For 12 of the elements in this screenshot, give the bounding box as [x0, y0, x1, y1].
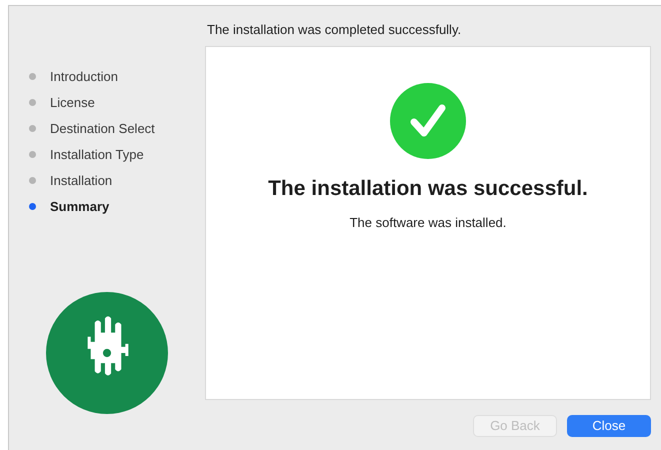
- step-label: Introduction: [50, 68, 118, 86]
- window-header: The installation was completed successfully.: [207, 20, 462, 39]
- step-label: Installation: [50, 172, 112, 190]
- app-logo-icon: [46, 292, 168, 414]
- step-label: License: [50, 94, 95, 112]
- success-title: The installation was successful.: [268, 176, 588, 202]
- close-button[interactable]: Close: [567, 415, 651, 437]
- step-label: Destination Select: [50, 120, 155, 138]
- success-message: The software was installed.: [350, 214, 506, 232]
- checkmark-icon: [390, 83, 466, 159]
- step-label: Installation Type: [50, 146, 144, 164]
- step-label: Summary: [50, 198, 110, 216]
